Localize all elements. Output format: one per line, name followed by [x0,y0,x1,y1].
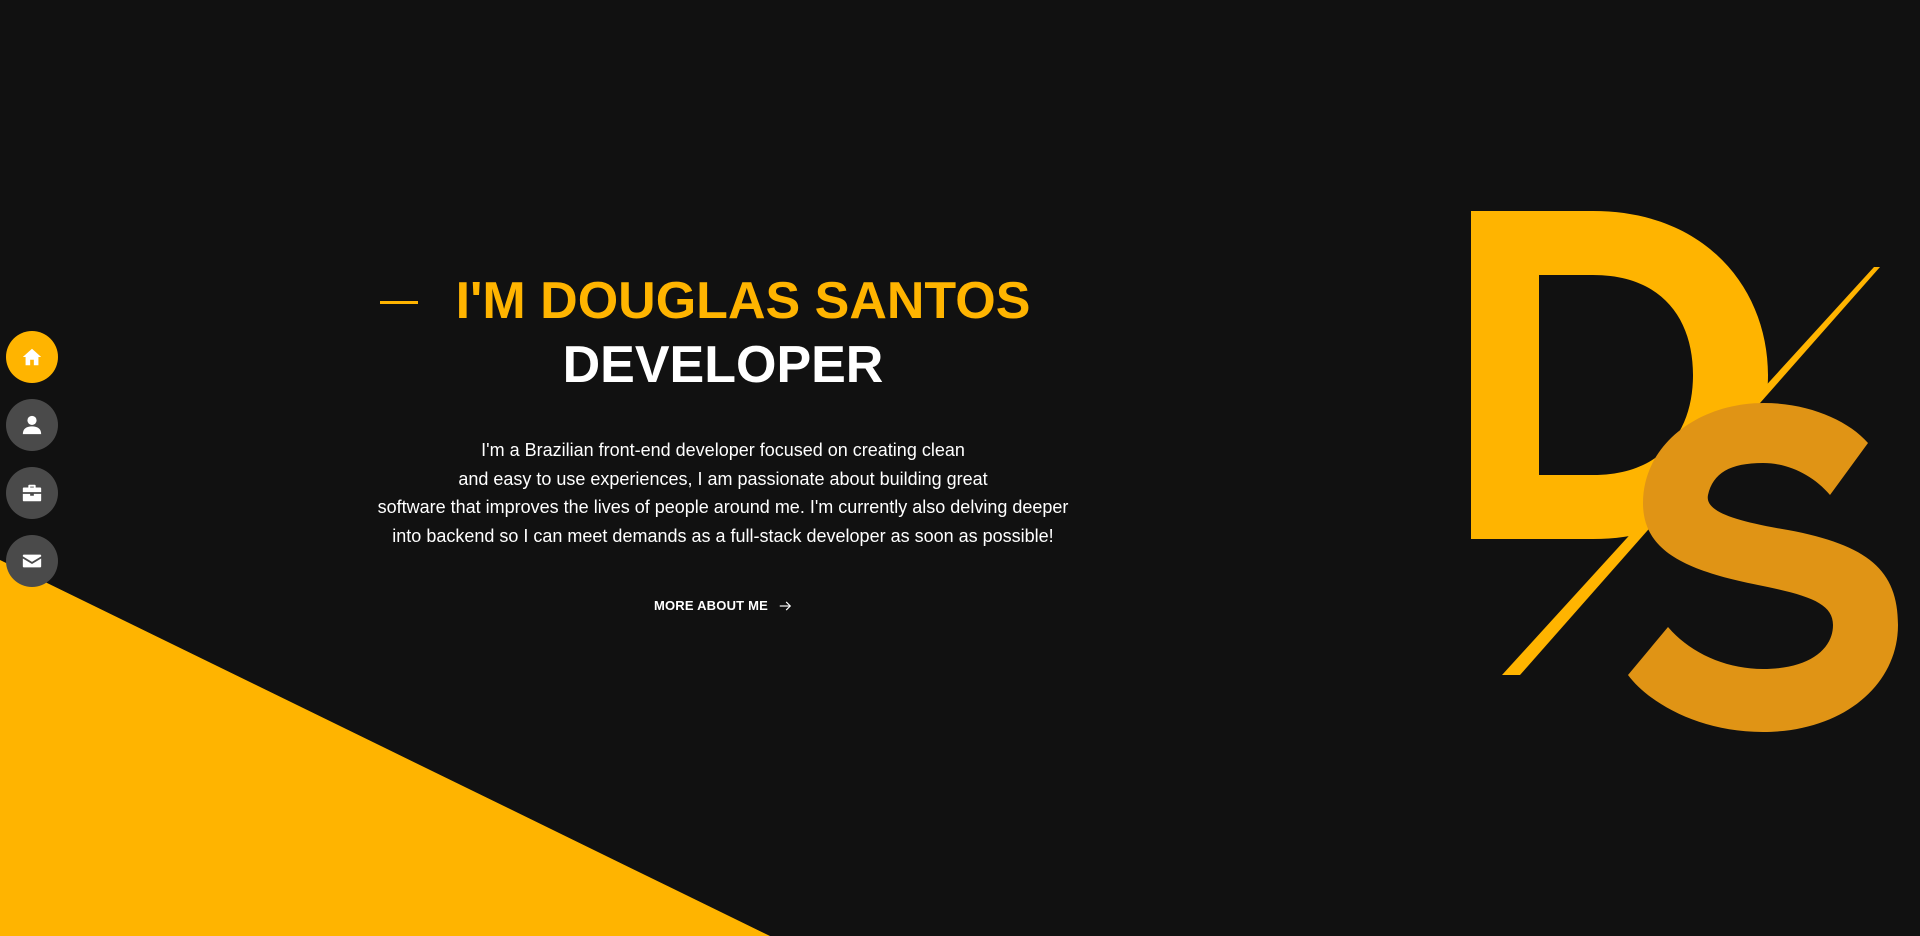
home-icon [22,348,42,366]
description-line: software that improves the lives of peop… [377,497,1069,517]
description-line: and easy to use experiences, I am passio… [458,468,988,489]
hero-title: I'M DOUGLAS SANTOS [379,270,1031,332]
ds-monogram-logo [1471,211,1898,732]
page: I'M DOUGLAS SANTOS DEVELOPER I'm a Brazi… [0,0,1920,936]
more-about-me-button[interactable]: MORE ABOUT ME [654,598,792,613]
side-navigation [6,331,58,587]
description-line: into backend so I can meet demands as a … [392,525,1054,546]
hero-description: I'm a Brazilian front-end developer focu… [340,436,1106,550]
hero-title-text: I'M DOUGLAS SANTOS [455,272,1031,330]
hero-section: I'M DOUGLAS SANTOS DEVELOPER I'm a Brazi… [340,270,1106,615]
more-about-me-label: MORE ABOUT ME [653,598,769,613]
nav-home-button[interactable] [6,331,58,383]
arrow-right-icon [779,601,792,610]
nav-about-button[interactable] [6,399,58,451]
nav-portfolio-button[interactable] [6,467,58,519]
user-icon [22,415,42,435]
briefcase-icon [22,484,42,502]
description-line: I'm a Brazilian front-end developer focu… [481,440,965,460]
hero-subtitle: DEVELOPER [562,336,884,394]
mail-icon [22,554,42,568]
nav-contact-button[interactable] [6,535,58,587]
title-dash-decoration [379,301,418,304]
logo-letter-d [1471,211,1768,539]
logo-letter-s [1628,403,1898,732]
